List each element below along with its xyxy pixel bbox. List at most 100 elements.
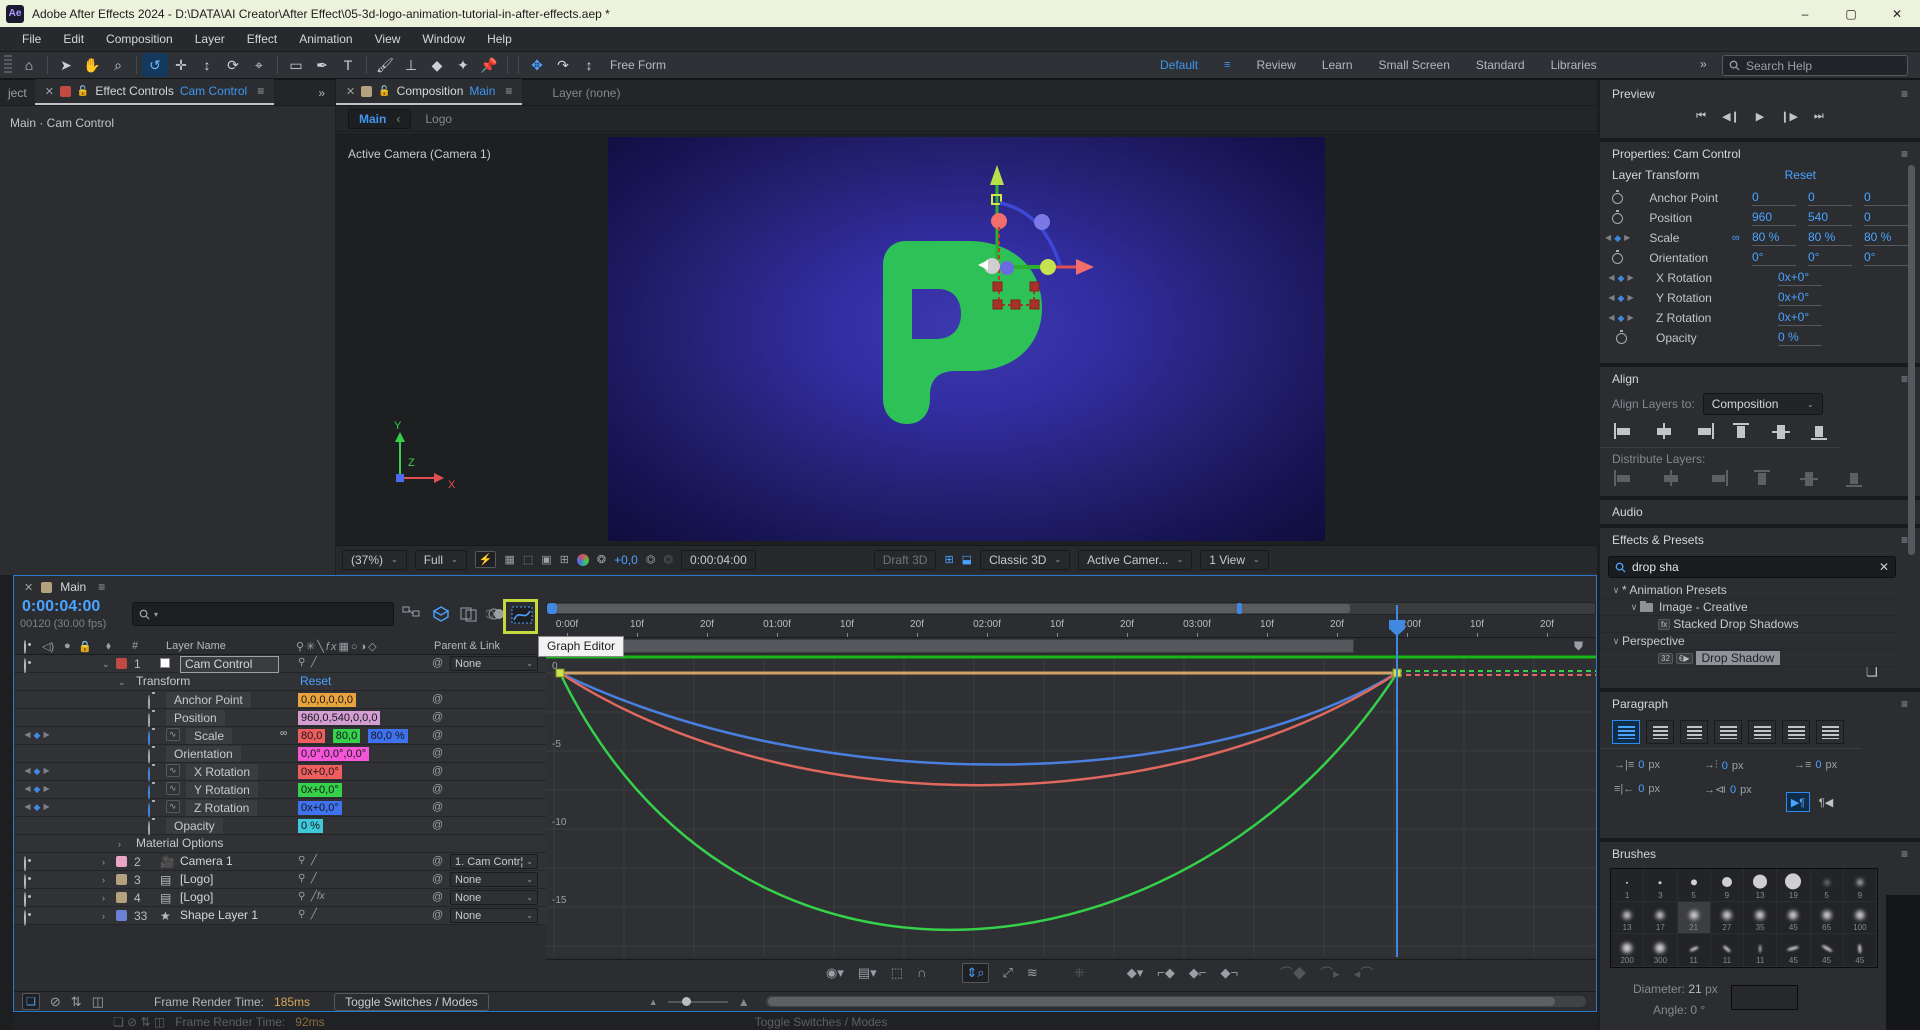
- effects-presets-search-input[interactable]: drop sha ✕: [1608, 556, 1896, 578]
- next-keyframe-icon[interactable]: ▶: [43, 730, 49, 741]
- close-tab-icon[interactable]: ✕: [346, 85, 355, 98]
- brush-preset-35[interactable]: 35: [1744, 902, 1777, 935]
- text-direction-ltr-button[interactable]: ▶¶: [1786, 792, 1810, 812]
- brush-preset-45[interactable]: 45: [1777, 902, 1810, 935]
- graph-transform-box-icon[interactable]: ⬚: [891, 965, 903, 981]
- camera-marquee-tool[interactable]: ⌖: [246, 53, 272, 77]
- orbit-camera-tool[interactable]: ↺: [142, 53, 168, 77]
- pick-whip-icon[interactable]: @: [432, 819, 443, 831]
- work-area-bar[interactable]: [554, 639, 1354, 653]
- fit-all-graphs-icon[interactable]: ≋: [1027, 965, 1038, 981]
- brush-preset-200[interactable]: 200: [1611, 934, 1644, 967]
- flowchart-icon[interactable]: ⇅: [71, 994, 82, 1010]
- workspace-default[interactable]: Default: [1160, 58, 1198, 72]
- layer-label-swatch[interactable]: [116, 874, 127, 885]
- layer-visibility-toggle[interactable]: [24, 856, 26, 872]
- edit-keyframe-icon[interactable]: ◆▾: [1127, 965, 1144, 981]
- prev-keyframe-icon[interactable]: ◀: [1608, 293, 1614, 304]
- layer-name[interactable]: Camera 1: [180, 854, 233, 868]
- timeline-tab[interactable]: Main: [60, 580, 86, 594]
- brush-preset-45-angled[interactable]: 45: [1777, 934, 1810, 967]
- parent-dropdown[interactable]: None⌄: [450, 656, 538, 671]
- pen-tool[interactable]: ✒: [309, 53, 335, 77]
- property-value[interactable]: 80 %: [1808, 230, 1852, 246]
- brush-preset-19[interactable]: 19: [1777, 869, 1810, 902]
- view-layout-dropdown[interactable]: 1 View⌄: [1200, 550, 1269, 570]
- layer-label-swatch[interactable]: [116, 658, 127, 669]
- layer-visibility-toggle[interactable]: [24, 658, 26, 674]
- maximize-button[interactable]: ▢: [1828, 0, 1874, 27]
- menu-animation[interactable]: Animation: [289, 29, 362, 49]
- keyframe-icon[interactable]: ◆: [1614, 233, 1621, 244]
- property-value-chip[interactable]: 0,0°,0,0°,0,0°: [298, 747, 369, 761]
- panel-menu-icon[interactable]: ≡: [1901, 147, 1908, 161]
- parent-link-column[interactable]: Parent & Link: [434, 640, 500, 652]
- hand-tool[interactable]: ✋: [79, 53, 105, 77]
- brush-preset-5[interactable]: 5: [1678, 869, 1711, 902]
- property-name[interactable]: Orientation: [166, 746, 241, 762]
- video-column-icon[interactable]: [24, 640, 26, 654]
- link-dimensions-icon[interactable]: ∞: [1732, 232, 1752, 244]
- layer-row-cam-control[interactable]: ⌄1Cam Control⚲ ╱@None⌄: [14, 655, 546, 673]
- next-keyframe-icon[interactable]: ▶: [43, 766, 49, 777]
- property-value[interactable]: 0: [1808, 190, 1852, 206]
- expand-layer-icon[interactable]: ⌄: [102, 659, 110, 670]
- resolution-dropdown[interactable]: Full⌄: [415, 550, 467, 570]
- property-value-chip[interactable]: 0 %: [298, 819, 323, 833]
- audio-column-icon[interactable]: ◁): [42, 640, 54, 653]
- panel-menu-icon[interactable]: ≡: [1901, 697, 1908, 711]
- space-after-field[interactable]: →⧏0px: [1704, 783, 1752, 796]
- toggle-switches-modes-button[interactable]: Toggle Switches / Modes: [334, 993, 489, 1011]
- mask-visibility-icon[interactable]: ▣: [541, 553, 551, 566]
- panel-menu-icon[interactable]: ≡: [1901, 372, 1908, 386]
- layer-switches[interactable]: ⚲ ╱: [298, 873, 317, 884]
- current-time-display[interactable]: 0:00:04:00: [22, 598, 100, 616]
- easy-ease-in-icon[interactable]: ◆⌐: [1189, 965, 1207, 981]
- renderer-dropdown[interactable]: Classic 3D⌄: [980, 550, 1070, 570]
- property-row-scale[interactable]: ◀◆▶∿Scale∞80,080,080,0 %@: [14, 727, 546, 745]
- panel-menu-icon[interactable]: ≡: [1901, 847, 1908, 861]
- keyframe-icon[interactable]: ◆: [34, 766, 41, 777]
- property-row-y-rotation[interactable]: ◀◆▶∿Y Rotation0x+0,0°@: [14, 781, 546, 799]
- indent-right-field[interactable]: →≡0px: [1794, 759, 1837, 771]
- keyframe-icon[interactable]: ◆: [34, 802, 41, 813]
- zoom-in-mountain-icon[interactable]: ▲: [738, 995, 750, 1009]
- panel-menu-icon[interactable]: ≡: [1901, 87, 1908, 101]
- rotation-tool[interactable]: ⟳: [220, 53, 246, 77]
- easy-ease-icon[interactable]: ⌐◆: [1157, 965, 1175, 981]
- extended-viewer-icon[interactable]: ⬓: [962, 553, 972, 566]
- graph-type-options-icon[interactable]: ▤▾: [858, 965, 877, 981]
- layer-viewer-tab[interactable]: Layer (none): [522, 86, 620, 105]
- property-row-z-rotation[interactable]: ◀◆▶∿Z Rotation0x+0,0°@: [14, 799, 546, 817]
- expander-icon[interactable]: ∨: [1610, 636, 1622, 647]
- layer-name[interactable]: Cam Control: [180, 656, 279, 673]
- stopwatch-icon[interactable]: [1612, 213, 1623, 224]
- transform-gizmo[interactable]: [908, 133, 1108, 327]
- property-name[interactable]: X Rotation: [186, 764, 258, 780]
- transform-reset-button[interactable]: Reset: [300, 674, 331, 688]
- align-v-center-button[interactable]: [1770, 423, 1787, 441]
- prev-keyframe-icon[interactable]: ◀: [1608, 273, 1614, 284]
- property-row-anchor-point[interactable]: Anchor Point0,0,0,0,0,0@: [14, 691, 546, 709]
- comp-nav-main-pill[interactable]: Main ‹: [348, 109, 411, 129]
- prev-keyframe-icon[interactable]: ◀: [24, 766, 30, 777]
- property-value[interactable]: 960: [1752, 210, 1796, 226]
- menu-help[interactable]: Help: [477, 29, 522, 49]
- clone-stamp-tool[interactable]: ⊥: [398, 53, 424, 77]
- pick-whip-icon[interactable]: @: [432, 729, 443, 741]
- channel-wheel-icon[interactable]: [577, 554, 589, 566]
- next-keyframe-icon[interactable]: ▶: [43, 802, 49, 813]
- playhead-line[interactable]: [1396, 605, 1398, 957]
- stopwatch-icon[interactable]: [1612, 193, 1623, 204]
- panel-menu-icon[interactable]: ≡: [98, 580, 105, 594]
- lock-icon[interactable]: 🔓: [77, 86, 89, 97]
- property-value[interactable]: 0: [1864, 210, 1908, 226]
- parent-dropdown[interactable]: None⌄: [450, 908, 538, 923]
- expand-material-icon[interactable]: ›: [118, 839, 121, 849]
- include-in-graph-icon[interactable]: ∿: [166, 764, 180, 777]
- include-in-graph-icon[interactable]: ∿: [166, 728, 180, 741]
- property-value[interactable]: 0 %: [1778, 330, 1822, 346]
- align-right-button[interactable]: [1692, 423, 1709, 441]
- justify-last-right-button[interactable]: [1782, 720, 1810, 744]
- space-before-value[interactable]: 0: [1638, 783, 1644, 795]
